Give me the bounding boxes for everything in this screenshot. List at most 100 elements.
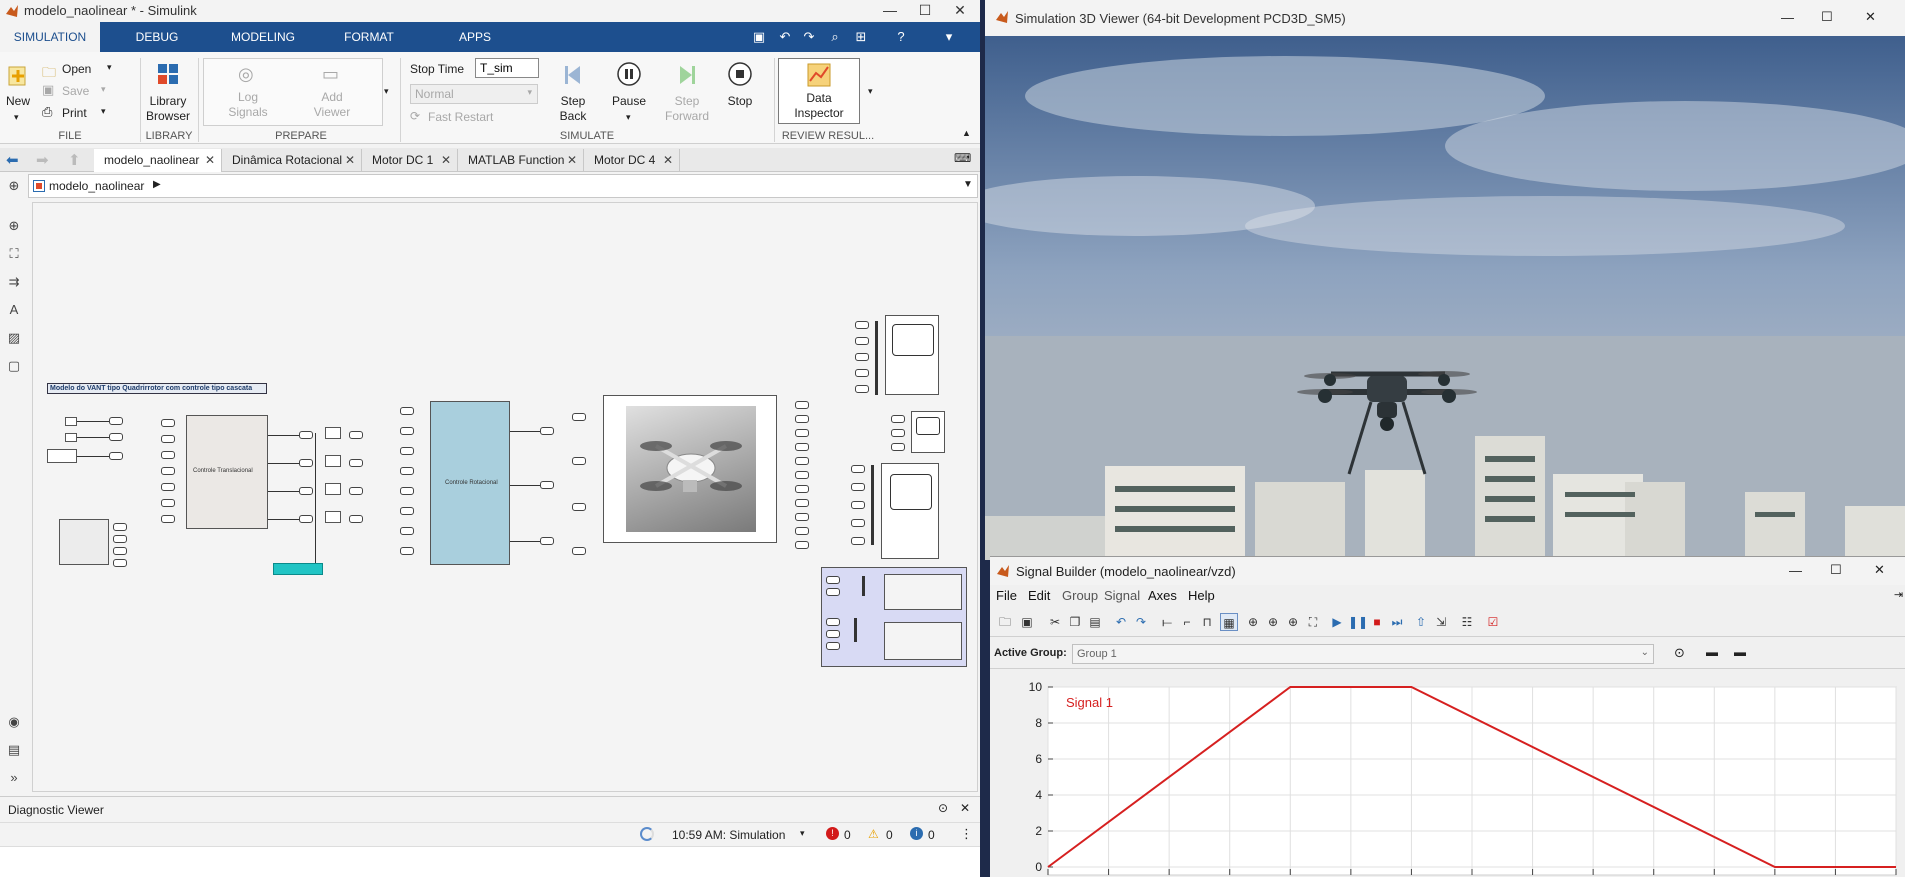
group-option-2-icon[interactable]: ▬ bbox=[1706, 645, 1718, 659]
paste-icon[interactable]: ▤ bbox=[1086, 613, 1104, 631]
gain-block[interactable] bbox=[325, 427, 341, 439]
hide-browser-icon[interactable]: ⊕ bbox=[6, 178, 22, 194]
save-dropdown-icon[interactable]: ▾ bbox=[101, 84, 106, 95]
tab-motor-dc-1[interactable]: Motor DC 1 ✕ bbox=[362, 149, 458, 172]
redo-icon[interactable]: ↷ bbox=[1132, 613, 1150, 631]
menu-help[interactable]: Help bbox=[1188, 588, 1215, 603]
ribbon-collapse-icon[interactable]: ▲ bbox=[962, 128, 971, 138]
zoom-icon[interactable]: ⊕ bbox=[6, 218, 22, 234]
panel-menu-icon[interactable]: ⊙ bbox=[938, 801, 948, 815]
from-block[interactable] bbox=[826, 588, 840, 596]
goto-block[interactable] bbox=[349, 487, 363, 495]
close-icon[interactable]: ✕ bbox=[345, 149, 355, 171]
goto-block[interactable] bbox=[109, 452, 123, 460]
review-expand-icon[interactable]: ▾ bbox=[868, 86, 873, 97]
from-block[interactable] bbox=[161, 499, 175, 507]
copy-icon[interactable]: ❐ bbox=[1066, 613, 1084, 631]
scope-block[interactable] bbox=[885, 315, 939, 395]
visualization-subsystem[interactable] bbox=[821, 567, 967, 667]
translational-controller-block[interactable]: Controle Translacional bbox=[186, 415, 268, 529]
from-block[interactable] bbox=[400, 527, 414, 535]
save-quick-icon[interactable]: ▣ bbox=[750, 28, 768, 46]
group-option-3-icon[interactable]: ▬ bbox=[1734, 645, 1746, 659]
step-up-icon[interactable]: ⌐ bbox=[1178, 613, 1196, 631]
from-block[interactable] bbox=[826, 618, 840, 626]
menu-edit[interactable]: Edit bbox=[1028, 588, 1050, 603]
export-icon[interactable]: ⇲ bbox=[1432, 613, 1450, 631]
goto-block[interactable] bbox=[113, 547, 127, 555]
pause-icon[interactable]: ❚❚ bbox=[1348, 613, 1368, 631]
tab-apps[interactable]: APPS bbox=[430, 22, 520, 52]
from-block[interactable] bbox=[851, 483, 865, 491]
data-inspector-button[interactable]: Data Inspector bbox=[778, 58, 860, 124]
from-block[interactable] bbox=[161, 451, 175, 459]
warning-count[interactable]: 0 bbox=[886, 828, 893, 842]
close-icon[interactable]: ✕ bbox=[567, 149, 577, 171]
info-count[interactable]: 0 bbox=[928, 828, 935, 842]
stop-icon[interactable]: ■ bbox=[1368, 613, 1386, 631]
from-block[interactable] bbox=[826, 642, 840, 650]
close-button[interactable]: ✕ bbox=[1865, 9, 1876, 25]
keyboard-icon[interactable]: ⌨ bbox=[954, 151, 971, 165]
from-block[interactable] bbox=[400, 487, 414, 495]
camera-icon[interactable]: ◉ bbox=[6, 714, 22, 730]
scope-block[interactable] bbox=[881, 463, 939, 559]
tab-simulation[interactable]: SIMULATION bbox=[0, 22, 100, 52]
open-button[interactable]: Open bbox=[62, 62, 94, 77]
menu-file[interactable]: File bbox=[996, 588, 1017, 603]
save-button[interactable]: Save bbox=[62, 84, 94, 99]
open-icon[interactable]: 🗀 bbox=[996, 613, 1014, 631]
print-dropdown-icon[interactable]: ▾ bbox=[101, 106, 106, 117]
goto-block[interactable] bbox=[540, 427, 554, 435]
pause-button[interactable]: Pause bbox=[605, 94, 653, 109]
log-signals-button[interactable]: Log Signals bbox=[222, 90, 274, 120]
goto-block[interactable] bbox=[795, 541, 809, 549]
error-count[interactable]: 0 bbox=[844, 828, 851, 842]
minimize-button[interactable]: — bbox=[1789, 563, 1802, 578]
goto-block[interactable] bbox=[113, 559, 127, 567]
from-block[interactable] bbox=[400, 427, 414, 435]
collapse-ribbon-icon[interactable]: ▾ bbox=[940, 28, 958, 46]
simulation-mode-select[interactable]: Normal ▾ bbox=[410, 84, 538, 104]
zoom-xy-icon[interactable]: ⊕ bbox=[1244, 613, 1262, 631]
tab-format[interactable]: FORMAT bbox=[324, 22, 414, 52]
annotation-icon[interactable]: A bbox=[6, 302, 22, 318]
fit-icon[interactable]: ⛶ bbox=[1304, 613, 1322, 631]
maximize-button[interactable]: ☐ bbox=[1821, 9, 1833, 25]
from-block[interactable] bbox=[400, 507, 414, 515]
from-block[interactable] bbox=[572, 457, 586, 465]
fit-view-icon[interactable]: ⛶ bbox=[6, 246, 22, 262]
from-block[interactable] bbox=[161, 467, 175, 475]
from-block[interactable] bbox=[572, 413, 586, 421]
more-options-icon[interactable]: ⋮ bbox=[960, 826, 973, 842]
scope-block[interactable] bbox=[911, 411, 945, 453]
new-dropdown-icon[interactable]: ▾ bbox=[14, 112, 19, 123]
library-browser-button[interactable]: Library Browser bbox=[144, 94, 192, 124]
stop-button[interactable]: Stop bbox=[718, 94, 762, 109]
goto-block[interactable] bbox=[795, 429, 809, 437]
goto-block[interactable] bbox=[540, 481, 554, 489]
property-inspector-icon[interactable]: ▤ bbox=[6, 742, 22, 758]
goto-block[interactable] bbox=[795, 527, 809, 535]
skip-icon[interactable]: ⏭ bbox=[1388, 613, 1406, 631]
from-block[interactable] bbox=[851, 537, 865, 545]
goto-block[interactable] bbox=[349, 515, 363, 523]
help-icon[interactable]: ? bbox=[892, 28, 910, 46]
goto-block[interactable] bbox=[349, 431, 363, 439]
up-icon[interactable]: ⇧ bbox=[1412, 613, 1430, 631]
tab-modeling[interactable]: MODELING bbox=[218, 22, 308, 52]
tab-dinamica-rotacional[interactable]: Dinâmica Rotacional ✕ bbox=[222, 149, 362, 172]
from-block[interactable] bbox=[400, 547, 414, 555]
step-back-button[interactable]: Step Back bbox=[548, 94, 598, 124]
undo-icon[interactable]: ↶ bbox=[1112, 613, 1130, 631]
from-block[interactable] bbox=[572, 547, 586, 555]
new-icon[interactable] bbox=[6, 64, 30, 88]
from-block[interactable] bbox=[851, 501, 865, 509]
minimize-button[interactable]: — bbox=[1781, 10, 1794, 25]
active-group-select[interactable]: Group 1 ⌄ bbox=[1072, 644, 1654, 664]
goto-block[interactable] bbox=[109, 433, 123, 441]
goto-block[interactable] bbox=[795, 485, 809, 493]
from-block[interactable] bbox=[826, 576, 840, 584]
from-block[interactable] bbox=[855, 385, 869, 393]
from-block[interactable] bbox=[855, 369, 869, 377]
